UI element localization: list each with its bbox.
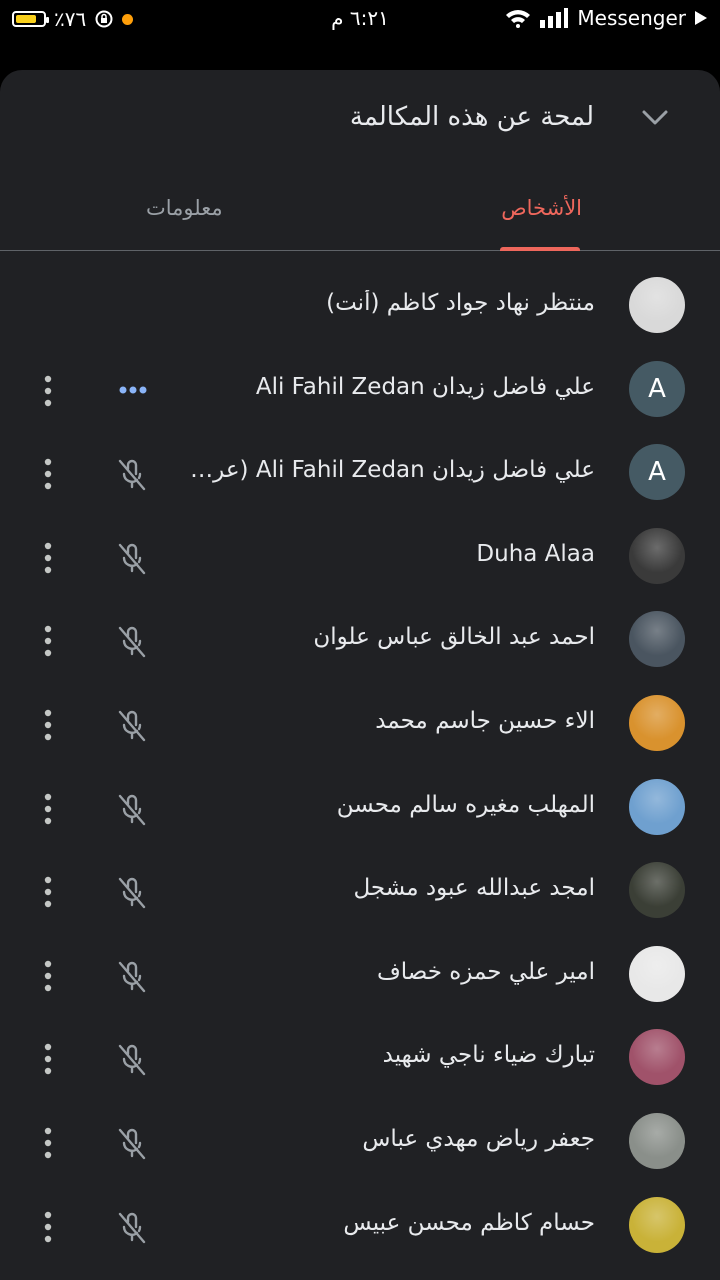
avatar [629,694,685,751]
participant-list: منتظر نهاد جواد كاظم (أنت) A علي فاضل زيدا… [0,250,720,1253]
mic-off-icon [112,957,152,997]
participant-row[interactable]: امجد عبدالله عبود مشجل [0,835,720,919]
more-options-icon[interactable] [38,874,58,910]
participant-row[interactable]: A علي فاضل زيدان Ali Fahil Zedan [0,334,720,418]
mic-off-icon [112,790,152,830]
avatar [629,1112,685,1169]
avatar [629,1029,685,1086]
avatar [629,527,685,584]
avatar [629,1196,685,1253]
participant-row[interactable]: منتظر نهاد جواد كاظم (أنت) [0,250,720,334]
participant-name: احمد عبد الخالق عباس علوان [313,624,595,651]
avatar [629,611,685,668]
participant-row[interactable]: Duha Alaa [0,501,720,585]
participant-name: امجد عبدالله عبود مشجل [353,875,595,902]
mic-off-icon [112,706,152,746]
participant-row[interactable]: حسام كاظم محسن عبيس [0,1170,720,1254]
play-icon [695,11,707,25]
participant-name: منتظر نهاد جواد كاظم (أنت) [326,290,595,316]
participant-name: امير علي حمزه خصاف [376,958,595,985]
mic-off-icon [112,873,152,913]
tab-bar: الأشخاص معلومات [0,180,720,251]
avatar [629,778,685,835]
page-title: لمحة عن هذه المكالمة [349,102,594,132]
more-options-icon[interactable] [38,456,58,492]
participant-name: الاء حسين جاسم محمد [375,707,595,734]
avatar [629,945,685,1002]
mic-off-icon [112,1040,152,1080]
more-options-icon[interactable] [38,1209,58,1245]
participant-name: حسام كاظم محسن عبيس [343,1209,595,1236]
mic-off-icon [112,455,152,495]
signal-icon [540,8,569,28]
participant-name: علي فاضل زيدان Ali Fahil Zedan (عرض تقدي… [175,457,595,484]
speaking-indicator-icon [116,378,150,402]
tab-people[interactable]: الأشخاص [501,196,582,220]
call-details-sheet: لمحة عن هذه المكالمة الأشخاص معلومات منت… [0,70,720,1280]
participant-name: علي فاضل زيدان Ali Fahil Zedan [255,373,595,400]
participant-row[interactable]: امير علي حمزه خصاف [0,919,720,1003]
avatar [629,277,685,333]
chevron-down-icon[interactable] [638,100,672,134]
more-options-icon[interactable] [38,958,58,994]
tab-info[interactable]: معلومات [146,196,223,220]
participant-row[interactable]: احمد عبد الخالق عباس علوان [0,584,720,668]
avatar: A [629,360,685,417]
participant-row[interactable]: المهلب مغيره سالم محسن [0,752,720,836]
wifi-icon [506,10,531,28]
participant-name: تبارك ضياء ناجي شهيد [382,1042,595,1069]
participant-name: المهلب مغيره سالم محسن [336,791,595,818]
avatar: A [629,444,685,501]
participant-row[interactable]: الاء حسين جاسم محمد [0,668,720,752]
participant-row[interactable]: A علي فاضل زيدان Ali Fahil Zedan (عرض تقد… [0,417,720,501]
mic-off-icon [112,1208,152,1248]
more-options-icon[interactable] [38,623,58,659]
participant-name: Duha Alaa [476,540,595,567]
status-right: Messenger [505,6,708,30]
status-bar: ٪٧٦ ٦:٢١ م Messenger [0,0,720,38]
avatar [629,862,685,919]
sheet-header: لمحة عن هذه المكالمة [0,70,720,170]
more-options-icon[interactable] [38,791,58,827]
more-options-icon[interactable] [38,373,58,409]
more-options-icon[interactable] [38,1041,58,1077]
mic-off-icon [112,539,152,579]
mic-off-icon [112,1124,152,1164]
app-name: Messenger [577,6,686,30]
more-options-icon[interactable] [38,707,58,743]
participant-row[interactable]: تبارك ضياء ناجي شهيد [0,1002,720,1086]
participant-name: جعفر رياض مهدي عباس [362,1125,595,1152]
mic-off-icon [112,622,152,662]
more-options-icon[interactable] [38,1125,58,1161]
participant-row[interactable]: جعفر رياض مهدي عباس [0,1086,720,1170]
more-options-icon[interactable] [38,540,58,576]
